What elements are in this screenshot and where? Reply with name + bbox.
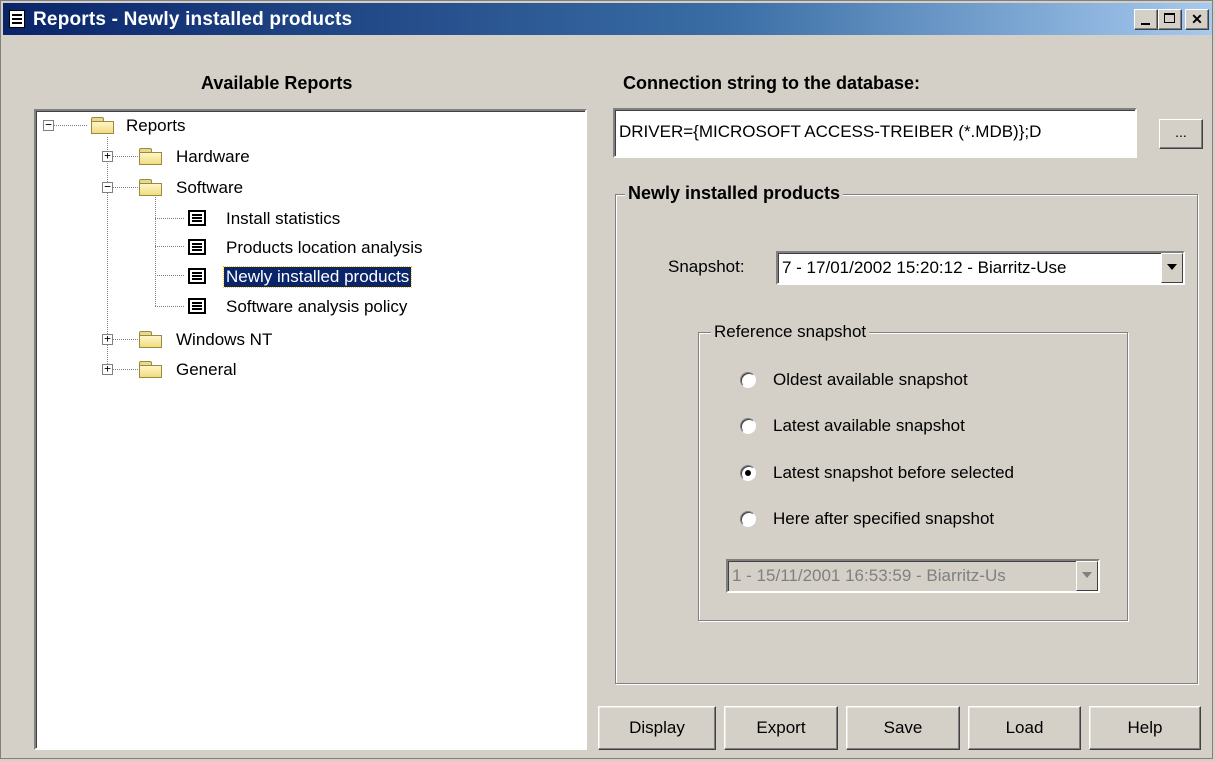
connection-string-label: Connection string to the database: — [623, 73, 921, 93]
reference-snapshot-title: Reference snapshot — [711, 322, 870, 342]
folder-icon — [90, 115, 116, 135]
collapse-icon[interactable]: − — [102, 181, 113, 193]
window-title: Reports - Newly installed products — [33, 9, 353, 30]
chevron-down-icon[interactable] — [1161, 253, 1183, 283]
tree-node-label: Windows NT — [176, 330, 273, 349]
expand-icon[interactable]: + — [102, 333, 113, 345]
help-button[interactable]: Help — [1089, 706, 1201, 750]
chevron-down-icon — [1076, 561, 1098, 591]
minimize-button[interactable] — [1134, 9, 1158, 30]
radio-button[interactable] — [740, 511, 756, 527]
expand-icon[interactable]: + — [102, 150, 113, 162]
folder-icon — [138, 359, 164, 379]
specified-snapshot-value: 1 - 15/11/2001 16:53:59 - Biarritz-Us — [732, 566, 1006, 585]
save-button[interactable]: Save — [846, 706, 960, 750]
report-window-icon[interactable] — [9, 10, 25, 28]
radio-label: Oldest available snapshot — [773, 370, 968, 389]
tree-node-label: Hardware — [176, 147, 250, 166]
connection-string-input[interactable]: DRIVER={MICROSOFT ACCESS-TREIBER (*.MDB)… — [613, 108, 1137, 158]
available-reports-header: Available Reports — [201, 73, 353, 93]
report-icon — [188, 268, 206, 284]
maximize-button[interactable] — [1158, 9, 1182, 30]
report-icon — [188, 298, 206, 314]
reports-window: Reports - Newly installed products ✕ Ava… — [0, 0, 1213, 759]
title-bar[interactable]: Reports - Newly installed products ✕ — [3, 3, 1212, 35]
report-icon — [188, 210, 206, 226]
snapshot-label: Snapshot: — [668, 257, 745, 276]
browse-connection-button[interactable]: ... — [1159, 119, 1203, 149]
tree-node-label: Products location analysis — [226, 238, 423, 257]
radio-button-selected[interactable] — [740, 465, 756, 481]
expand-icon[interactable]: + — [102, 363, 113, 375]
report-icon — [188, 239, 206, 255]
radio-button[interactable] — [740, 418, 756, 434]
export-button[interactable]: Export — [724, 706, 838, 750]
snapshot-select[interactable]: 7 - 17/01/2002 15:20:12 - Biarritz-Use — [776, 251, 1185, 285]
group-title: Newly installed products — [625, 183, 844, 204]
folder-icon — [138, 329, 164, 349]
radio-label: Here after specified snapshot — [773, 509, 995, 528]
tree-node-label-selected: Newly installed products — [222, 266, 413, 288]
close-button[interactable]: ✕ — [1185, 9, 1209, 30]
display-button[interactable]: Display — [598, 706, 716, 750]
tree-node-label: General — [176, 360, 237, 379]
close-icon: ✕ — [1191, 11, 1203, 27]
tree-node-label: Reports — [126, 116, 186, 135]
radio-label: Latest available snapshot — [773, 416, 965, 435]
snapshot-value: 7 - 17/01/2002 15:20:12 - Biarritz-Use — [782, 258, 1067, 277]
specified-snapshot-select: 1 - 15/11/2001 16:53:59 - Biarritz-Us — [726, 559, 1100, 593]
folder-icon — [138, 146, 164, 166]
load-button[interactable]: Load — [968, 706, 1081, 750]
radio-button[interactable] — [740, 372, 756, 388]
folder-icon — [138, 177, 164, 197]
tree-node-label: Install statistics — [226, 209, 341, 228]
tree-node-label: Software — [176, 178, 244, 197]
collapse-icon[interactable]: − — [43, 119, 54, 131]
reports-tree[interactable]: − Reports + Hardware − Software Install … — [34, 109, 587, 750]
radio-label: Latest snapshot before selected — [773, 463, 1014, 482]
tree-node-label: Software analysis policy — [226, 297, 408, 316]
